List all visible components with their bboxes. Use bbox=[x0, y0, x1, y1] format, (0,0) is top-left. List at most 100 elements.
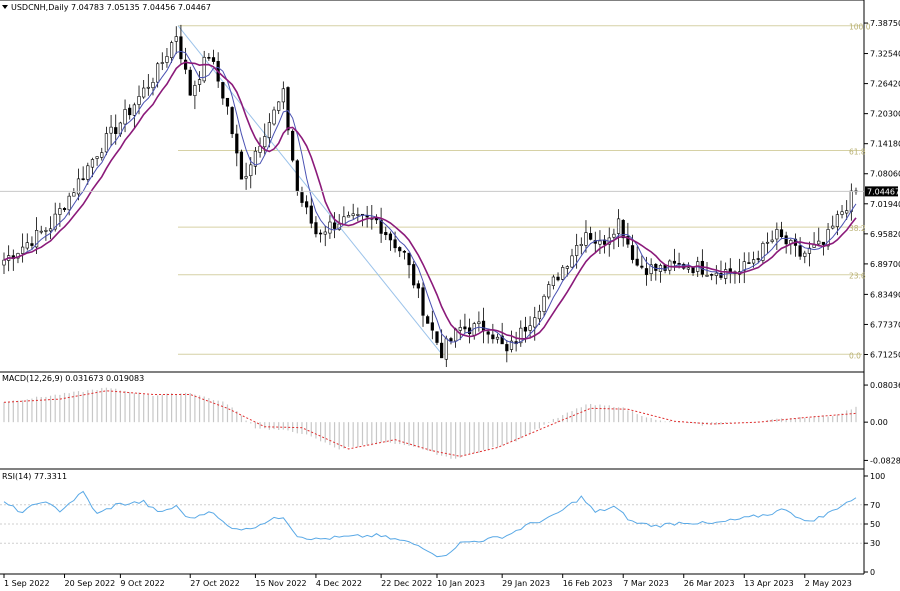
collapse-triangle-icon[interactable] bbox=[2, 5, 8, 9]
candle-body bbox=[67, 195, 71, 211]
price-tick-label: 7.01940 bbox=[870, 200, 900, 209]
time-tick-label: 9 Oct 2022 bbox=[120, 579, 164, 588]
candle-body bbox=[616, 218, 621, 234]
candle-body bbox=[318, 232, 323, 235]
candle-body bbox=[332, 222, 337, 229]
candle-body bbox=[44, 230, 48, 232]
candle-body bbox=[48, 228, 53, 232]
price-tick-label: 7.14180 bbox=[870, 140, 900, 149]
price-tick-label: 6.83490 bbox=[870, 290, 900, 299]
candle-body bbox=[407, 252, 411, 266]
rsi-tick-label: 100 bbox=[870, 472, 885, 481]
time-tick-label: 29 Jan 2023 bbox=[502, 579, 550, 588]
candle-body bbox=[104, 133, 109, 153]
macd-tick-label: -0.082897 bbox=[870, 456, 900, 465]
time-tick-label: 26 Mar 2023 bbox=[684, 579, 735, 588]
candle-body bbox=[225, 97, 230, 107]
fast-moving-average-line bbox=[3, 50, 857, 344]
time-tick-label: 13 Apr 2023 bbox=[744, 579, 793, 588]
candle-body bbox=[463, 326, 467, 330]
candle-body bbox=[477, 321, 481, 324]
candle-body bbox=[95, 156, 99, 159]
fib-level-label: 0.0 bbox=[849, 351, 861, 360]
candle-body bbox=[551, 276, 555, 286]
candle-body bbox=[640, 265, 644, 268]
candle-body bbox=[277, 101, 281, 111]
price-tick-label: 7.20300 bbox=[870, 110, 900, 119]
macd-tick-label: 0.00 bbox=[870, 418, 888, 427]
candle-body bbox=[491, 334, 495, 340]
candle-body bbox=[831, 225, 835, 229]
price-tick-label: 7.08060 bbox=[870, 170, 900, 179]
candle-body bbox=[430, 322, 434, 331]
candle-body bbox=[81, 178, 85, 181]
candle-body bbox=[165, 56, 169, 63]
candle-body bbox=[589, 233, 593, 240]
candle-body bbox=[458, 327, 462, 331]
time-tick-label: 7 Mar 2023 bbox=[623, 579, 669, 588]
candle-body bbox=[845, 210, 849, 214]
price-tick-label: 6.89700 bbox=[870, 260, 900, 269]
candle-body bbox=[784, 235, 788, 245]
time-tick-label: 4 Dec 2022 bbox=[316, 579, 362, 588]
candle-body bbox=[630, 245, 635, 260]
candle-body bbox=[426, 316, 430, 324]
time-tick-label: 15 Nov 2022 bbox=[255, 579, 306, 588]
rsi-tick-label: 30 bbox=[870, 539, 880, 548]
candle-body bbox=[481, 320, 486, 332]
candle-body bbox=[505, 344, 509, 352]
chart-header: USDCNH,Daily 7.04783 7.05135 7.04456 7.0… bbox=[2, 3, 211, 12]
candle-body bbox=[495, 336, 500, 340]
candle-body bbox=[486, 331, 490, 335]
rsi-level-lines bbox=[0, 504, 864, 544]
candle-body bbox=[835, 214, 839, 227]
candle-body bbox=[710, 274, 714, 276]
price-tick-label: 7.32540 bbox=[870, 50, 900, 59]
candle-body bbox=[765, 241, 770, 244]
candle-body bbox=[537, 310, 542, 320]
candle-body bbox=[30, 243, 34, 246]
rsi-tick-label: 50 bbox=[870, 520, 880, 529]
candle-body bbox=[123, 109, 127, 125]
time-tick-label: 1 Sep 2022 bbox=[4, 579, 50, 588]
macd-signal-line bbox=[3, 390, 857, 457]
candle-body bbox=[291, 130, 295, 161]
macd-label: MACD(12,26,9) 0.031673 0.019083 bbox=[2, 374, 144, 383]
candle-body bbox=[244, 176, 248, 179]
candle-body bbox=[86, 165, 90, 180]
candle-body bbox=[179, 36, 183, 60]
candle-body bbox=[174, 36, 178, 42]
price-tick-label: 7.38750 bbox=[870, 19, 900, 28]
candle-body bbox=[90, 159, 95, 168]
candle-body bbox=[547, 284, 551, 298]
candle-body bbox=[584, 232, 588, 246]
candle-body bbox=[221, 82, 225, 99]
candle-body bbox=[542, 295, 546, 312]
candlestick-series bbox=[2, 24, 858, 368]
candle-body bbox=[444, 338, 448, 360]
candle-body bbox=[672, 260, 677, 264]
candle-body bbox=[2, 259, 6, 266]
candle-body bbox=[272, 109, 276, 125]
candle-body bbox=[188, 69, 192, 96]
fib-level-label: 61.8 bbox=[849, 147, 866, 156]
trading-chart[interactable]: 100.0 61.8 38.2 23.6 0.0 7.04467 USDCNH,Dail… bbox=[0, 0, 900, 591]
macd-axis: 0.080366 0.00 -0.082897 bbox=[864, 381, 900, 465]
candle-body bbox=[533, 317, 537, 328]
candle-body bbox=[821, 241, 826, 245]
price-tick-label: 7.26420 bbox=[870, 80, 900, 89]
candle-body bbox=[151, 82, 155, 89]
candle-body bbox=[25, 242, 29, 249]
candle-body bbox=[170, 42, 174, 58]
candle-body bbox=[267, 122, 271, 138]
candle-body bbox=[230, 107, 234, 135]
candle-body bbox=[398, 247, 402, 252]
candle-body bbox=[300, 192, 304, 203]
candle-body bbox=[328, 221, 332, 234]
candle-body bbox=[402, 250, 406, 253]
candle-body bbox=[249, 164, 253, 177]
candle-body bbox=[137, 96, 141, 105]
candle-body bbox=[197, 79, 202, 85]
candle-body bbox=[565, 266, 569, 269]
candle-body bbox=[798, 245, 802, 257]
